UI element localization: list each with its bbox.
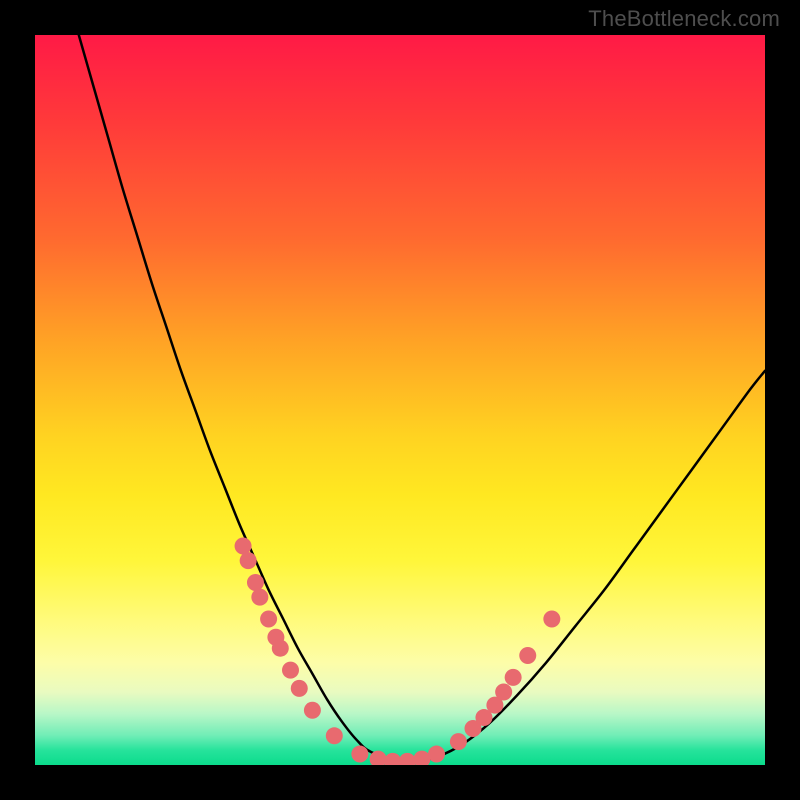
chart-svg (35, 35, 765, 765)
data-marker (519, 647, 536, 664)
data-marker (399, 753, 416, 765)
data-marker (428, 746, 445, 763)
data-marker (247, 574, 264, 591)
data-marker (272, 640, 289, 657)
data-marker (251, 589, 268, 606)
data-marker (450, 733, 467, 750)
data-marker (495, 684, 512, 701)
data-marker (282, 662, 299, 679)
data-marker (260, 611, 277, 628)
data-marker (235, 538, 252, 555)
marker-group (235, 538, 561, 766)
chart-frame: TheBottleneck.com (0, 0, 800, 800)
data-marker (291, 680, 308, 697)
watermark-text: TheBottleneck.com (588, 6, 780, 32)
chart-plot-area (35, 35, 765, 765)
data-marker (240, 552, 257, 569)
data-marker (505, 669, 522, 686)
data-marker (543, 611, 560, 628)
bottleneck-curve (79, 35, 765, 762)
data-marker (326, 727, 343, 744)
data-marker (384, 753, 401, 765)
data-marker (351, 746, 368, 763)
data-marker (413, 751, 430, 765)
data-marker (304, 702, 321, 719)
